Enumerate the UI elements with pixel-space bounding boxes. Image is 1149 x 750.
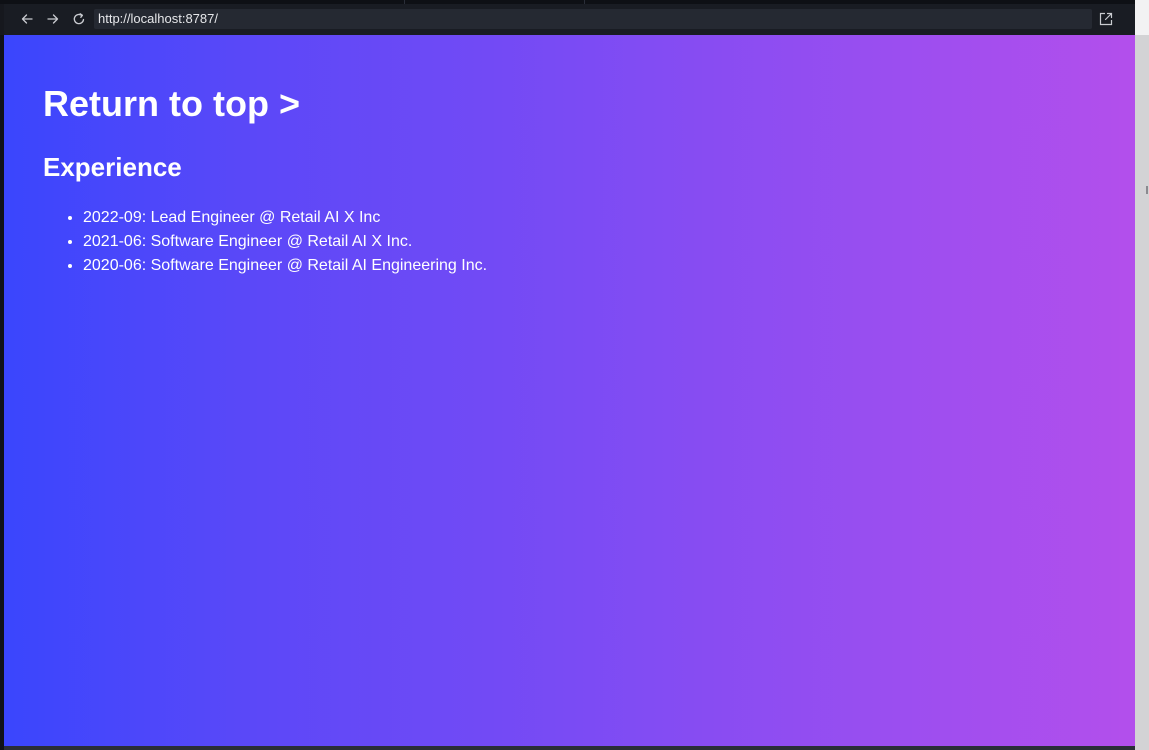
browser-window: http://localhost:8787/ Return to top > E…	[0, 0, 1149, 750]
return-to-top-link[interactable]: Return to top >	[43, 84, 300, 124]
open-external-button[interactable]	[1098, 11, 1114, 27]
reload-icon	[73, 13, 85, 25]
list-item: 2022-09: Lead Engineer @ Retail AI X Inc	[83, 206, 487, 230]
page-viewport[interactable]: Return to top > Experience 2022-09: Lead…	[4, 35, 1135, 746]
back-button[interactable]	[18, 10, 36, 28]
window-edge	[4, 746, 1135, 750]
address-bar[interactable]: http://localhost:8787/	[94, 9, 1092, 29]
arrow-right-icon	[47, 14, 59, 24]
forward-button[interactable]	[44, 10, 62, 28]
list-item: 2020-06: Software Engineer @ Retail AI E…	[83, 254, 487, 278]
experience-list: 2022-09: Lead Engineer @ Retail AI X Inc…	[43, 206, 487, 278]
open-external-icon	[1099, 12, 1113, 26]
scrollbar-cap	[1135, 0, 1149, 35]
arrow-left-icon	[21, 14, 33, 24]
browser-toolbar: http://localhost:8787/	[4, 4, 1135, 35]
list-item: 2021-06: Software Engineer @ Retail AI X…	[83, 230, 487, 254]
scrollbar[interactable]	[1135, 0, 1149, 750]
experience-heading: Experience	[43, 152, 182, 182]
reload-button[interactable]	[70, 10, 88, 28]
scrollbar-marker	[1146, 186, 1148, 194]
